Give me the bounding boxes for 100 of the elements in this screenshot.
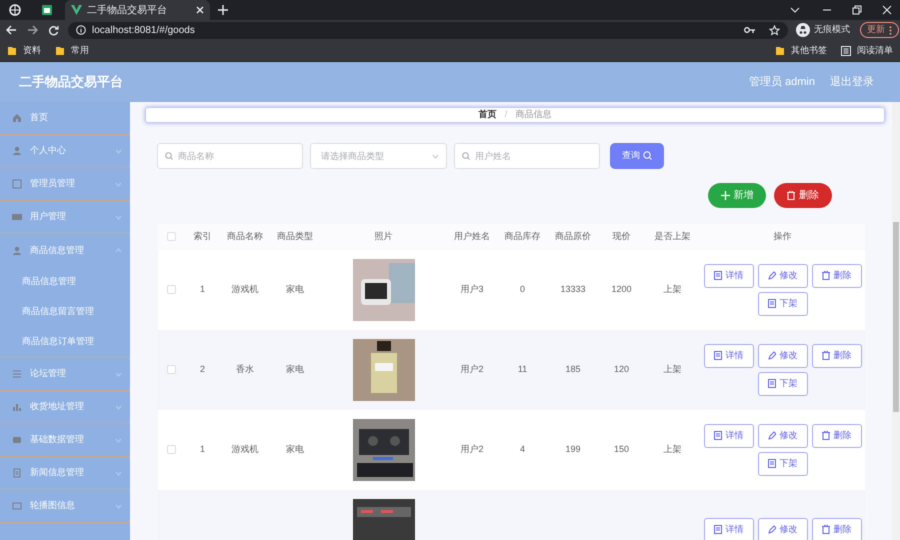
action-button[interactable]: 删除 [812,518,862,540]
table-cell-text: 家电 [286,362,304,376]
incognito-indicator[interactable]: 无痕模式 [796,23,850,37]
pencil-icon [768,351,776,360]
checkbox[interactable] [167,232,176,241]
checkbox[interactable] [167,365,176,374]
action-button[interactable]: 下架 [758,372,808,396]
reading-list-button[interactable]: 阅读清单 [841,44,893,58]
close-icon[interactable] [882,5,892,15]
column-header: 照片 [374,230,392,243]
menu-icon [12,246,22,256]
action-button[interactable]: 详情 [704,344,754,368]
breadcrumb-link[interactable]: 首页 [478,108,497,122]
table-cell-text: 游戏机 [232,442,258,456]
action-button[interactable]: 修改 [758,518,808,540]
document-icon [714,525,722,534]
menu-icon [12,212,22,222]
folder-icon [775,46,785,56]
column-header: 商品原价 [555,230,591,243]
pencil-icon [768,271,776,280]
incognito-icon [796,23,810,37]
table-cell-text: 用户3 [460,282,484,296]
action-button[interactable]: 删除 [812,424,862,448]
info-icon [76,25,86,35]
menu-icon [12,468,22,478]
v-logo-icon [71,5,82,15]
search-field[interactable]: 用户姓名 [454,142,600,168]
menu-icon [12,369,22,379]
action-button[interactable]: 详情 [704,264,754,288]
add-button[interactable]: 新增 [708,182,766,208]
search-icon [462,152,470,160]
scrollbar-thumb[interactable] [893,222,899,412]
table-cell-text: 1 [200,282,205,296]
plus-icon [720,190,730,200]
reload-icon[interactable] [48,24,59,36]
close-icon[interactable] [196,6,204,14]
folder-icon [7,46,17,56]
menu-icon [12,435,22,445]
list-icon [841,46,851,56]
document-icon [714,271,722,280]
table-cell-text: 11 [518,362,528,376]
new-tab-icon[interactable] [218,5,228,15]
column-header: 商品名称 [227,230,263,243]
bookmark[interactable]: 资料 [7,44,41,58]
scrollbar[interactable] [892,102,900,540]
forward-icon[interactable] [27,25,38,35]
action-button[interactable]: 详情 [704,518,754,540]
column-header: 索引 [194,230,212,243]
table-cell-text: 1200 [611,282,632,296]
column-header: 用户姓名 [454,230,490,243]
action-button[interactable]: 修改 [758,424,808,448]
trash-icon [822,271,830,280]
document-icon [714,351,722,360]
breadcrumb-separator: / [504,108,508,121]
bookmark[interactable]: 常用 [55,44,89,58]
column-header: 商品库存 [504,230,540,243]
action-button[interactable]: 详情 [704,424,754,448]
checkbox[interactable] [167,445,176,454]
back-icon[interactable] [6,25,17,35]
menu-icon [12,402,22,412]
action-button[interactable]: 修改 [758,344,808,368]
update-button[interactable]: 更新 [860,22,899,38]
star-icon[interactable] [769,24,780,36]
action-button[interactable]: 修改 [758,264,808,288]
chevron-down-icon[interactable] [790,7,800,13]
search-field[interactable]: 商品名称 [157,142,303,168]
sheet-icon [41,4,53,16]
menu-icon [12,179,22,189]
restore-icon[interactable] [852,5,862,15]
action-button[interactable]: 下架 [758,292,808,316]
document-icon [714,431,722,440]
action-button[interactable]: 删除 [812,344,862,368]
checkbox[interactable] [167,285,176,294]
key-icon[interactable] [744,26,755,34]
chevron-down-icon [432,154,439,158]
column-header: 商品类型 [277,230,313,243]
document-icon [768,379,776,388]
table-cell-text: 家电 [286,282,304,296]
select-field[interactable]: 请选择商品类型 [310,142,447,168]
action-button[interactable]: 下架 [758,452,808,476]
table-cell-text: 1 [200,442,205,456]
table-cell-text: 120 [614,362,630,376]
table-cell-text: 用户2 [460,362,484,376]
browser-tab[interactable]: 二手物品交易平台 [65,0,210,20]
search-icon [165,152,173,160]
menu-icon [12,501,22,511]
action-button[interactable]: 删除 [812,264,862,288]
user-label: 管理员 admin [748,74,815,90]
table-cell-text: 上架 [664,442,682,456]
address-bar[interactable]: localhost:8081/#/goods [68,22,788,38]
app-title: 二手物品交易平台 [19,73,123,92]
table-cell-text: 用户2 [460,442,484,456]
table-cell-text: 0 [520,282,525,296]
breadcrumb-link[interactable]: 商品信息 [515,108,552,122]
table-cell-text: 2 [200,362,205,376]
column-header: 是否上架 [654,230,690,243]
delete-button[interactable]: 删除 [774,182,832,208]
bookmark-folder[interactable]: 其他书签 [775,44,827,58]
table-cell-text: 游戏机 [232,282,258,296]
query-button[interactable]: 查询 [610,142,664,168]
